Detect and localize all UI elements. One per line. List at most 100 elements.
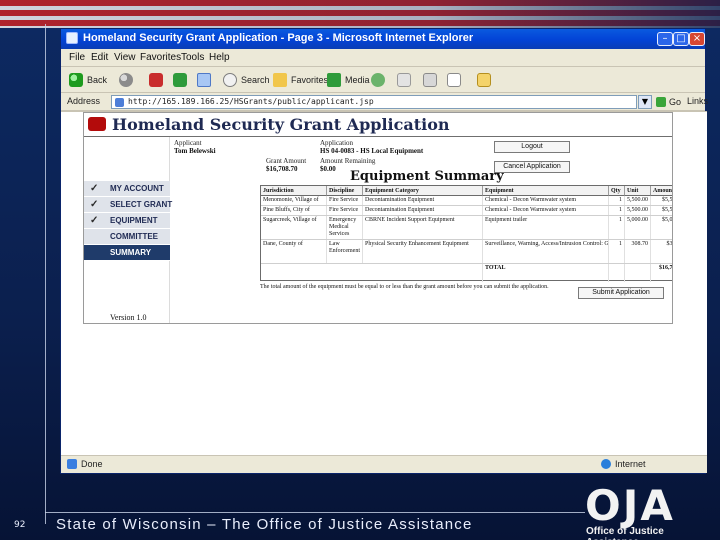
menu-favorites[interactable]: Favorites (140, 52, 181, 63)
equipment-summary-table: Jurisdiction Discipline Equipment Catego… (260, 185, 672, 282)
total-spacer (261, 264, 483, 282)
status-left: Done (67, 459, 103, 469)
cell-jurisdiction: Menomonie, Village of (261, 196, 327, 205)
cell-equipment-category: Decontamination Equipment (363, 196, 483, 205)
address-url[interactable]: http://165.189.166.25/HSGrants/public/ap… (128, 97, 374, 106)
forward-button[interactable] (119, 71, 133, 89)
folder-icon (477, 73, 491, 87)
history-button[interactable] (371, 71, 385, 89)
total-spacer-qty (609, 264, 625, 282)
check-icon: ✓ (90, 183, 99, 194)
total-amount: $16,708.70 (651, 264, 672, 282)
slide-divider-vertical (45, 24, 46, 524)
grant-application-page: Homeland Security Grant Application ✓ MY… (83, 112, 673, 324)
grant-amount-label: Grant Amount (266, 157, 307, 165)
edit-button[interactable] (447, 71, 461, 89)
window-titlebar[interactable]: Homeland Security Grant Application - Pa… (61, 29, 705, 49)
total-spacer-unit (625, 264, 651, 282)
sidebar-item-my-account[interactable]: ✓ MY ACCOUNT (84, 181, 170, 197)
cell-amount: $5,500.00 (651, 206, 672, 215)
table-row: Sugarcreek, Village of Emergency Medical… (261, 216, 672, 240)
search-icon (223, 73, 237, 87)
sidebar-item-label: SELECT GRANT (110, 200, 173, 209)
slide-footer-text: State of Wisconsin – The Office of Justi… (56, 516, 473, 533)
cell-equipment: Surveillance, Warning, Access/Intrusion … (483, 240, 609, 263)
cancel-application-button[interactable]: Cancel Application (494, 161, 570, 173)
sidebar-item-select-grant[interactable]: ✓ SELECT GRANT (84, 197, 173, 213)
app-version: Version 1.0 (110, 313, 147, 322)
minimize-button[interactable]: – (657, 32, 673, 46)
cell-unit: 5,000.00 (625, 216, 651, 239)
address-input[interactable]: http://165.189.166.25/HSGrants/public/ap… (111, 95, 637, 109)
status-text: Done (81, 459, 103, 469)
close-button[interactable]: × (689, 32, 705, 46)
sidebar-item-label: EQUIPMENT (110, 216, 158, 225)
menu-view[interactable]: View (114, 52, 136, 63)
table-header-discipline: Discipline (327, 186, 363, 196)
application-value: HS 04-0083 - HS Local Equipment (320, 147, 424, 155)
back-button[interactable]: Back (69, 71, 107, 89)
print-button[interactable] (423, 71, 437, 89)
cell-qty: 1 (609, 206, 625, 215)
address-bar: Address http://165.189.166.25/HSGrants/p… (61, 93, 708, 111)
favorites-button[interactable]: Favorites (273, 71, 328, 89)
zone-text: Internet (615, 459, 646, 469)
slide-page-number: 92 (14, 520, 26, 530)
app-header: Homeland Security Grant Application (84, 113, 672, 137)
ie-window-icon (66, 32, 78, 44)
internet-explorer-window: Homeland Security Grant Application - Pa… (60, 28, 708, 474)
media-label: Media (345, 75, 370, 85)
application-label: Application (320, 139, 354, 147)
menu-file[interactable]: File (69, 52, 85, 63)
folder-button[interactable] (477, 71, 491, 89)
menu-tools[interactable]: Tools (181, 52, 204, 63)
cell-discipline: Law Enforcement (327, 240, 363, 263)
check-icon: ✓ (90, 215, 99, 226)
refresh-button[interactable] (173, 71, 187, 89)
address-dropdown-button[interactable]: ▼ (638, 95, 652, 109)
sidebar-item-committee[interactable]: COMMITTEE (84, 229, 170, 245)
refresh-icon (173, 73, 187, 87)
check-icon: ✓ (90, 199, 99, 210)
media-button[interactable]: Media (327, 71, 370, 89)
cell-jurisdiction: Sugarcreek, Village of (261, 216, 327, 239)
logout-button[interactable]: Logout (494, 141, 570, 153)
home-button[interactable] (197, 71, 211, 89)
cell-equipment: Chemical - Decon Warmwater system (483, 196, 609, 205)
favorites-label: Favorites (291, 75, 329, 85)
menu-edit[interactable]: Edit (91, 52, 108, 63)
amount-remaining-label: Amount Remaining (320, 157, 376, 165)
oja-logo-subtitle: Office of Justice Assistance (586, 526, 664, 540)
menu-help[interactable]: Help (209, 52, 230, 63)
maximize-button[interactable]: □ (673, 32, 689, 46)
app-logo-icon (88, 117, 106, 131)
go-button[interactable]: Go (656, 95, 684, 109)
search-button[interactable]: Search (223, 71, 270, 89)
cell-qty: 1 (609, 240, 625, 263)
app-main: Applicant Tom Belewski Application HS 04… (174, 137, 672, 323)
mail-button[interactable] (397, 71, 411, 89)
media-icon (327, 73, 341, 87)
grant-amount-value: $16,708.70 (266, 165, 298, 173)
table-row: Pine Bluffs, City of Fire Service Decont… (261, 206, 672, 216)
sidebar-item-equipment[interactable]: ✓ EQUIPMENT (84, 213, 170, 229)
mail-icon (397, 73, 411, 87)
menubar: File Edit View Favorites Tools Help (61, 49, 705, 67)
table-header-unit: Unit (625, 186, 651, 196)
stop-button[interactable] (149, 71, 163, 89)
amount-remaining-value: $0.00 (320, 165, 336, 173)
go-label: Go (669, 97, 682, 107)
sidebar-item-label: MY ACCOUNT (110, 184, 164, 193)
sidebar-item-summary[interactable]: SUMMARY (84, 245, 170, 261)
page-icon (115, 98, 124, 107)
submit-application-button[interactable]: Submit Application (578, 287, 664, 299)
links-button[interactable]: Links (687, 96, 708, 106)
cell-qty: 1 (609, 216, 625, 239)
oja-logo-text: OJA (585, 481, 675, 530)
web-content: Homeland Security Grant Application ✓ MY… (61, 111, 707, 455)
history-icon (371, 73, 385, 87)
app-title: Homeland Security Grant Application (112, 115, 450, 134)
flag-banner-fade (0, 0, 720, 28)
app-sidebar: ✓ MY ACCOUNT ✓ SELECT GRANT ✓ EQUIPMENT … (84, 137, 173, 323)
cell-qty: 1 (609, 196, 625, 205)
